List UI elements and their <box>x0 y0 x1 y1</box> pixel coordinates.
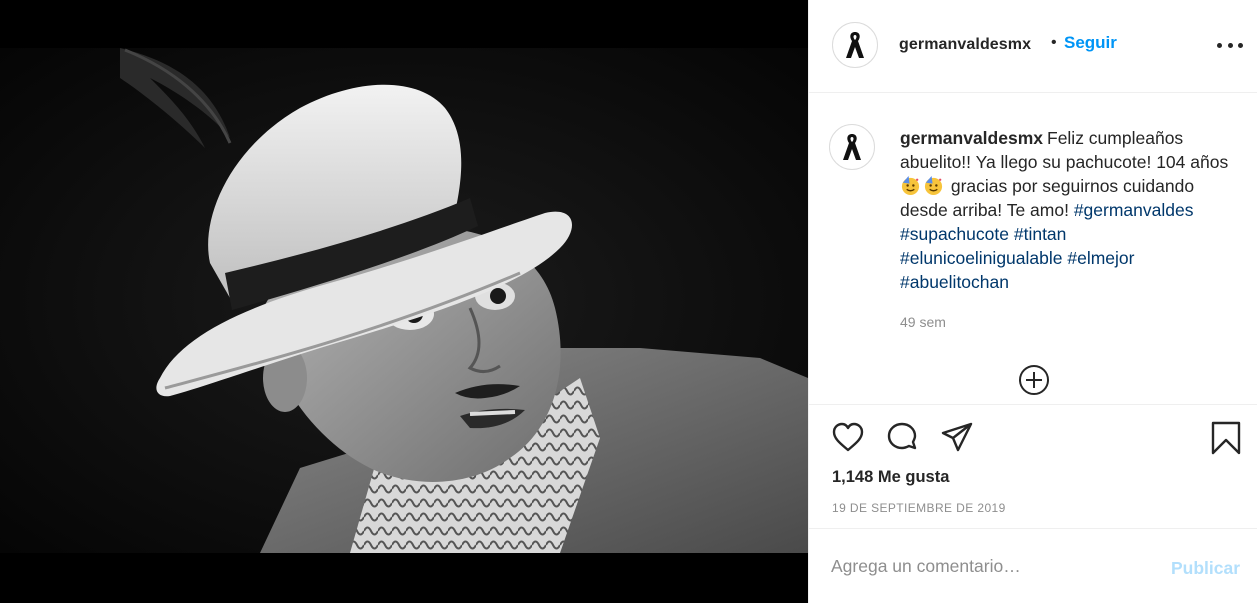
black-ribbon-icon <box>843 134 861 160</box>
hashtag-link[interactable]: #abuelitochan <box>900 272 1009 292</box>
publish-button[interactable]: Publicar <box>1171 558 1240 579</box>
hashtag-link[interactable]: #tintan <box>1014 224 1067 244</box>
caption-avatar[interactable] <box>829 124 875 170</box>
hashtag-link[interactable]: #germanvaldes <box>1074 200 1194 220</box>
hashtag-link[interactable]: #elmejor <box>1067 248 1134 268</box>
black-ribbon-icon <box>846 32 864 58</box>
more-dot <box>1238 42 1243 48</box>
more-options-icon[interactable] <box>1217 36 1243 54</box>
add-comment-section: Publicar <box>809 528 1257 603</box>
follow-button[interactable]: Seguir <box>1064 33 1117 53</box>
post-photo[interactable] <box>0 48 808 553</box>
partying-face-emoji-icon <box>924 175 943 196</box>
author-username[interactable]: germanvaldesmx <box>899 36 1031 54</box>
plus-circle-icon[interactable] <box>1018 364 1050 396</box>
hashtag-link[interactable]: #supachucote <box>900 224 1009 244</box>
author-avatar[interactable] <box>832 22 878 68</box>
caption-time-ago[interactable]: 49 sem <box>900 314 946 330</box>
like-heart-icon[interactable] <box>831 421 865 455</box>
hashtag-link[interactable]: #elunicoelinigualable <box>900 248 1063 268</box>
more-dot <box>1217 42 1222 48</box>
comment-bubble-icon[interactable] <box>886 421 920 455</box>
post-photo-art <box>0 48 808 553</box>
likes-count[interactable]: 1,148 Me gusta <box>832 468 949 487</box>
more-dot <box>1227 42 1233 48</box>
comment-input[interactable] <box>831 551 1161 581</box>
post-media[interactable] <box>0 0 808 603</box>
post-header: germanvaldesmx • Seguir <box>809 0 1257 93</box>
share-paper-plane-icon[interactable] <box>940 421 974 455</box>
caption-username[interactable]: germanvaldesmx <box>900 128 1043 148</box>
post-details-panel: germanvaldesmx • Seguir germanvaldesmx Fe… <box>808 0 1257 603</box>
caption-text: germanvaldesmx Feliz cumpleaños abuelito!… <box>900 126 1230 294</box>
save-bookmark-icon[interactable] <box>1209 421 1243 455</box>
post-date[interactable]: 19 DE SEPTIEMBRE DE 2019 <box>832 501 1006 515</box>
caption-section: germanvaldesmx Feliz cumpleaños abuelito!… <box>809 94 1257 404</box>
partying-face-emoji-icon <box>901 175 920 196</box>
header-separator: • <box>1051 34 1057 51</box>
post-actions: 1,148 Me gusta 19 DE SEPTIEMBRE DE 2019 <box>809 404 1257 528</box>
